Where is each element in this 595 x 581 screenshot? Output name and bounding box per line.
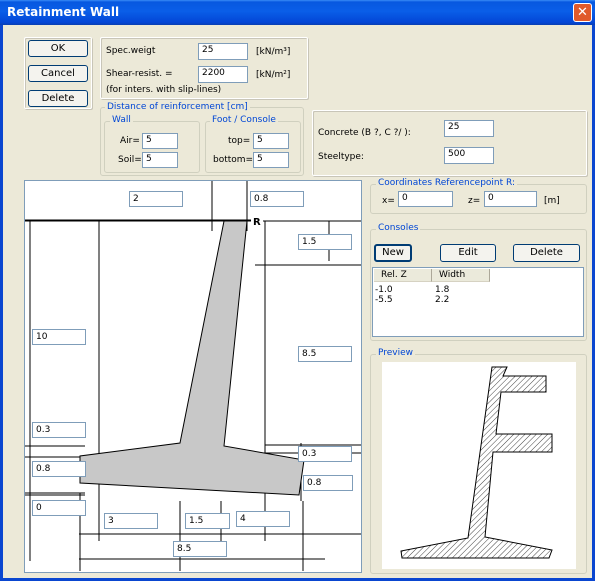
spec-weight-label: Spec.weigt	[106, 46, 156, 56]
consoles-title: Consoles	[376, 223, 421, 233]
steeltype-label: Steeltype:	[318, 152, 364, 162]
shear-label: Shear-resist. =	[106, 69, 173, 79]
spec-weight-unit: [kN/m³]	[256, 47, 291, 57]
close-button[interactable]: ✕	[573, 3, 592, 22]
coord-z-label: z=	[468, 196, 481, 206]
preview-drawing	[400, 366, 553, 559]
row-1-width[interactable]: 1.8	[435, 285, 449, 295]
dim-stem-base[interactable]: 1.5	[185, 513, 230, 529]
coord-x-label: x=	[382, 196, 395, 206]
row-2-rel-z[interactable]: -5.5	[375, 295, 393, 305]
wall-section	[79, 220, 305, 496]
reinforcement-title: Distance of reinforcement [cm]	[105, 102, 250, 112]
dim-toe-offset[interactable]: 0.3	[32, 422, 86, 438]
top-input[interactable]: 5	[253, 133, 289, 149]
foot-title: Foot / Console	[210, 115, 278, 125]
column-header-rel-z[interactable]: Rel. Z	[374, 269, 432, 282]
dim-top-left-width[interactable]: 2	[129, 191, 183, 207]
concrete-input[interactable]: 25	[444, 120, 494, 137]
steeltype-input[interactable]: 500	[444, 147, 494, 164]
console-new-button[interactable]: New	[374, 244, 412, 262]
console-edit-button[interactable]: Edit	[440, 244, 496, 262]
shear-unit: [kN/m²]	[256, 70, 291, 80]
dim-total-base[interactable]: 8.5	[173, 541, 227, 557]
dim-toe-bottom[interactable]: 0	[32, 500, 86, 516]
bottom-input[interactable]: 5	[253, 152, 289, 168]
coord-x-input[interactable]: 0	[398, 191, 453, 207]
wall-drawing-canvas[interactable]: 2 0.8 R 1.5 10 8.5 0.3 0.3 0.8 0.8 0 3 1…	[24, 180, 362, 573]
shear-note: (for inters. with slip-lines)	[106, 85, 222, 95]
coord-unit: [m]	[544, 196, 560, 206]
spec-weight-input[interactable]: 25	[198, 43, 248, 60]
delete-button[interactable]: Delete	[28, 90, 88, 107]
row-2-width[interactable]: 2.2	[435, 295, 449, 305]
dim-toe-thickness[interactable]: 0.8	[32, 461, 86, 477]
dim-top-width[interactable]: 0.8	[250, 191, 304, 207]
bottom-label: bottom=	[213, 155, 254, 165]
concrete-label: Concrete (B ?, C ?/ ):	[318, 128, 411, 138]
air-input[interactable]: 5	[142, 133, 178, 149]
top-label: top=	[228, 136, 251, 146]
coord-z-input[interactable]: 0	[484, 191, 537, 207]
dim-heel-thickness[interactable]: 0.8	[303, 475, 353, 491]
preview-canvas	[382, 362, 576, 569]
dim-head-height[interactable]: 1.5	[298, 234, 352, 250]
window-title: Retainment Wall	[7, 5, 120, 19]
soil-input[interactable]: 5	[142, 152, 178, 168]
wall-title: Wall	[110, 115, 133, 125]
row-1-rel-z[interactable]: -1.0	[375, 285, 393, 295]
ok-button[interactable]: OK	[28, 40, 88, 57]
console-delete-button[interactable]: Delete	[513, 244, 580, 262]
shear-input[interactable]: 2200	[198, 66, 248, 83]
dim-right-height[interactable]: 8.5	[298, 346, 352, 362]
preview-title: Preview	[376, 348, 416, 358]
cancel-button[interactable]: Cancel	[28, 65, 88, 82]
dim-heel-offset[interactable]: 0.3	[298, 446, 352, 462]
reference-point-label: R	[251, 217, 263, 228]
dim-toe-length[interactable]: 3	[104, 513, 158, 529]
air-label: Air=	[120, 136, 140, 146]
column-header-width[interactable]: Width	[432, 269, 490, 282]
consoles-list[interactable]: Rel. Z Width -1.0 1.8 -5.5 2.2	[372, 267, 584, 337]
dim-left-height[interactable]: 10	[32, 329, 86, 345]
dim-heel-length[interactable]: 4	[236, 511, 290, 527]
soil-label: Soil=	[118, 155, 142, 165]
coords-title: Coordinates Referencepoint R:	[376, 178, 518, 188]
